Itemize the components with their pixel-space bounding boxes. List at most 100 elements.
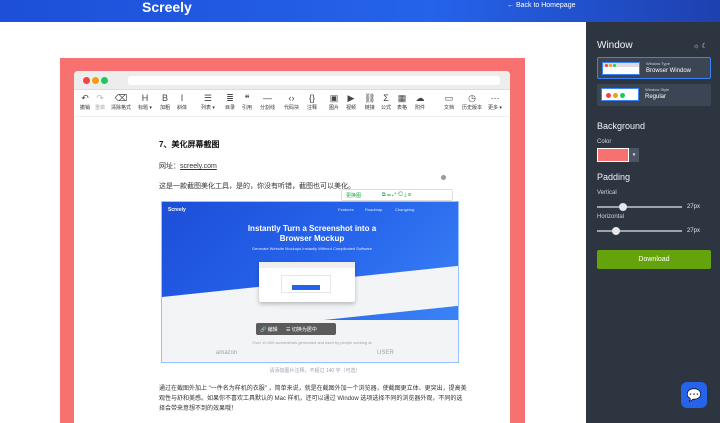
toolbar-button[interactable]: {} 注释	[307, 93, 317, 111]
window-style-caption: Window Style	[645, 87, 670, 92]
url-link[interactable]: screely.com	[180, 163, 217, 170]
thumb-dot-icon	[613, 93, 618, 98]
toolbar-icon: ‹›	[288, 93, 295, 103]
horizontal-value: 27px	[687, 228, 701, 234]
toolbar-button[interactable]: ❝ 引用	[242, 93, 252, 111]
hero-note: No credit card or sign up is required to…	[279, 306, 345, 310]
toolbar-icon: Σ	[383, 93, 389, 103]
toolbar-label: 列表 ▾	[201, 105, 215, 111]
toolbar-label: 引用	[242, 105, 253, 111]
toolbar-button[interactable]: Σ 公式	[381, 93, 391, 111]
vertical-slider[interactable]	[597, 206, 682, 208]
color-dropdown-icon[interactable]: ▾	[629, 148, 639, 162]
browser-title-bar	[74, 71, 510, 90]
toolbar-icon: ▣	[329, 93, 339, 103]
toolbar-label: 清除格式	[111, 105, 132, 111]
embedded-screenshot[interactable]: Screely Features Roadmap Changelog Insta…	[161, 201, 459, 363]
horizontal-label: Horizontal	[597, 214, 625, 220]
vertical-slider-thumb[interactable]	[619, 203, 627, 211]
toolbar-icon: ↶	[81, 93, 89, 103]
screenshot-frame: ↶ 撤销 ↷ 重做 ⌫ 清除格式 H 标题 ▾ B 加粗 I 斜体 ☰ 列表 ▾ ≣ 目录 ❝ 引用 — 分割线 ‹› 代…	[60, 58, 525, 423]
toolbar-button[interactable]: ⌫ 清除格式	[111, 93, 131, 111]
doc-intro: 这是一款截图美化工具，是的，你没有听错，截图也可以美化。	[159, 183, 355, 190]
toolbar-icon: ◷	[468, 93, 476, 103]
doc-url-line: 网址：screely.com	[159, 161, 217, 171]
image-toolbar: 更换图 ⧉ ▭ ⤢ ⟲ ⤓ ⊗	[341, 189, 453, 201]
toolbar-button[interactable]: ▭ 文档	[444, 93, 454, 111]
color-label: Color	[597, 139, 612, 145]
maximize-dot-icon	[101, 77, 108, 84]
toolbar-button[interactable]: ↶ 撤销	[80, 93, 90, 111]
toolbar-label: 图片	[329, 105, 340, 111]
toolbar-label: 标题 ▾	[138, 105, 152, 111]
window-type-option[interactable]: Window Type Browser Window	[597, 57, 711, 79]
toolbar-button[interactable]: ‹› 代码块	[284, 93, 299, 111]
thumb-dot-icon	[620, 93, 625, 98]
window-type-value: Browser Window	[646, 68, 692, 74]
download-button[interactable]: Download	[597, 250, 711, 269]
doc-body: 通过在截图外加上 "一件名为样机的衣服" ，简单来说，就是在截图外加一个浏览器，…	[159, 386, 467, 412]
toolbar-button[interactable]: ▦ 表格	[397, 93, 407, 111]
resize-handle[interactable]	[440, 174, 447, 181]
thumb-dot-icon	[613, 64, 616, 67]
brand-logo[interactable]: Screely	[142, 0, 192, 14]
toolbar-label: 撤销	[80, 105, 91, 111]
window-style-option[interactable]: Window Style Regular	[597, 84, 711, 106]
toolbar-button[interactable]: ⋯ 更多 ▾	[488, 93, 502, 111]
replace-image-button[interactable]: 更换图	[346, 192, 361, 199]
image-overlay-bar: 🔗 编辑 ☰ 切换为居中	[256, 323, 336, 335]
image-caption[interactable]: 请添加图片注释，不超过 140 字（可选）	[250, 367, 380, 374]
top-header: Screely ← Back to Homepage	[0, 0, 720, 22]
toolbar-label: 视频	[346, 105, 357, 111]
toolbar-button[interactable]: ↷ 重做	[95, 93, 105, 111]
toolbar-icon: ⛓	[364, 93, 376, 103]
user-logo: USER	[377, 350, 394, 356]
mockup-button	[292, 285, 320, 290]
toolbar-label: 加粗	[160, 105, 171, 111]
toolbar-button[interactable]: H 标题 ▾	[138, 93, 152, 111]
toolbar-icon: I	[180, 93, 184, 103]
thumb-dot-icon	[606, 93, 611, 98]
toolbar-button[interactable]: ▶ 视频	[346, 93, 356, 111]
back-to-homepage-link[interactable]: ← Back to Homepage	[507, 2, 575, 9]
window-section-title: Window	[597, 40, 633, 51]
toolbar-label: 链接	[364, 105, 375, 111]
horizontal-slider[interactable]	[597, 230, 682, 232]
toolbar-label: 重做	[95, 105, 106, 111]
toolbar-button[interactable]: ☰ 列表 ▾	[201, 93, 215, 111]
toolbar-button[interactable]: I 斜体	[177, 93, 187, 111]
url-label: 网址：	[159, 163, 180, 170]
toolbar-icon: B	[162, 93, 169, 103]
toolbar-button[interactable]: ≣ 目录	[225, 93, 235, 111]
switch-center-button[interactable]: ☰ 切换为居中	[286, 326, 317, 333]
toolbar-icon: ⌫	[114, 93, 128, 103]
color-swatch[interactable]	[597, 148, 629, 162]
thumb-dot-icon	[605, 64, 608, 67]
toolbar-label: 表格	[397, 105, 408, 111]
close-dot-icon	[83, 77, 90, 84]
image-action-icons[interactable]: ⧉ ▭ ⤢ ⟲ ⤓ ⊗	[382, 192, 411, 198]
settings-panel: Window ☼ ☾ Window Type Browser Window Wi…	[586, 22, 720, 423]
hero-nav-changelog: Changelog	[395, 207, 415, 212]
toolbar-icon: H	[141, 93, 149, 103]
edit-button[interactable]: 🔗 编辑	[260, 326, 278, 333]
preview-canvas: ↶ 撤销 ↷ 重做 ⌫ 清除格式 H 标题 ▾ B 加粗 I 斜体 ☰ 列表 ▾ ≣ 目录 ❝ 引用 — 分割线 ‹› 代…	[0, 22, 586, 423]
hero-nav-features: Features	[338, 207, 354, 212]
toolbar-button[interactable]: ⛓ 链接	[364, 93, 375, 111]
vertical-value: 27px	[687, 204, 701, 210]
toolbar-button[interactable]: B 加粗	[160, 93, 170, 111]
toolbar-button[interactable]: ◷ 历史版本	[462, 93, 482, 111]
trusted-by-text: Over 10,000 screenshots generated and us…	[252, 340, 372, 345]
toolbar-icon: {}	[309, 93, 316, 103]
toolbar-button[interactable]: ☁ 附件	[415, 93, 425, 111]
toolbar-icon: ☰	[203, 93, 212, 103]
toolbar-label: 分割线	[260, 105, 276, 111]
chat-icon[interactable]: 💬	[681, 382, 707, 408]
toolbar-icon: ▶	[347, 93, 355, 103]
toolbar-label: 更多 ▾	[488, 105, 502, 111]
theme-toggle-icons[interactable]: ☼ ☾	[693, 42, 708, 50]
toolbar-button[interactable]: — 分割线	[260, 93, 275, 111]
toolbar-icon: ▭	[444, 93, 454, 103]
toolbar-button[interactable]: ▣ 图片	[329, 93, 339, 111]
horizontal-slider-thumb[interactable]	[612, 227, 620, 235]
